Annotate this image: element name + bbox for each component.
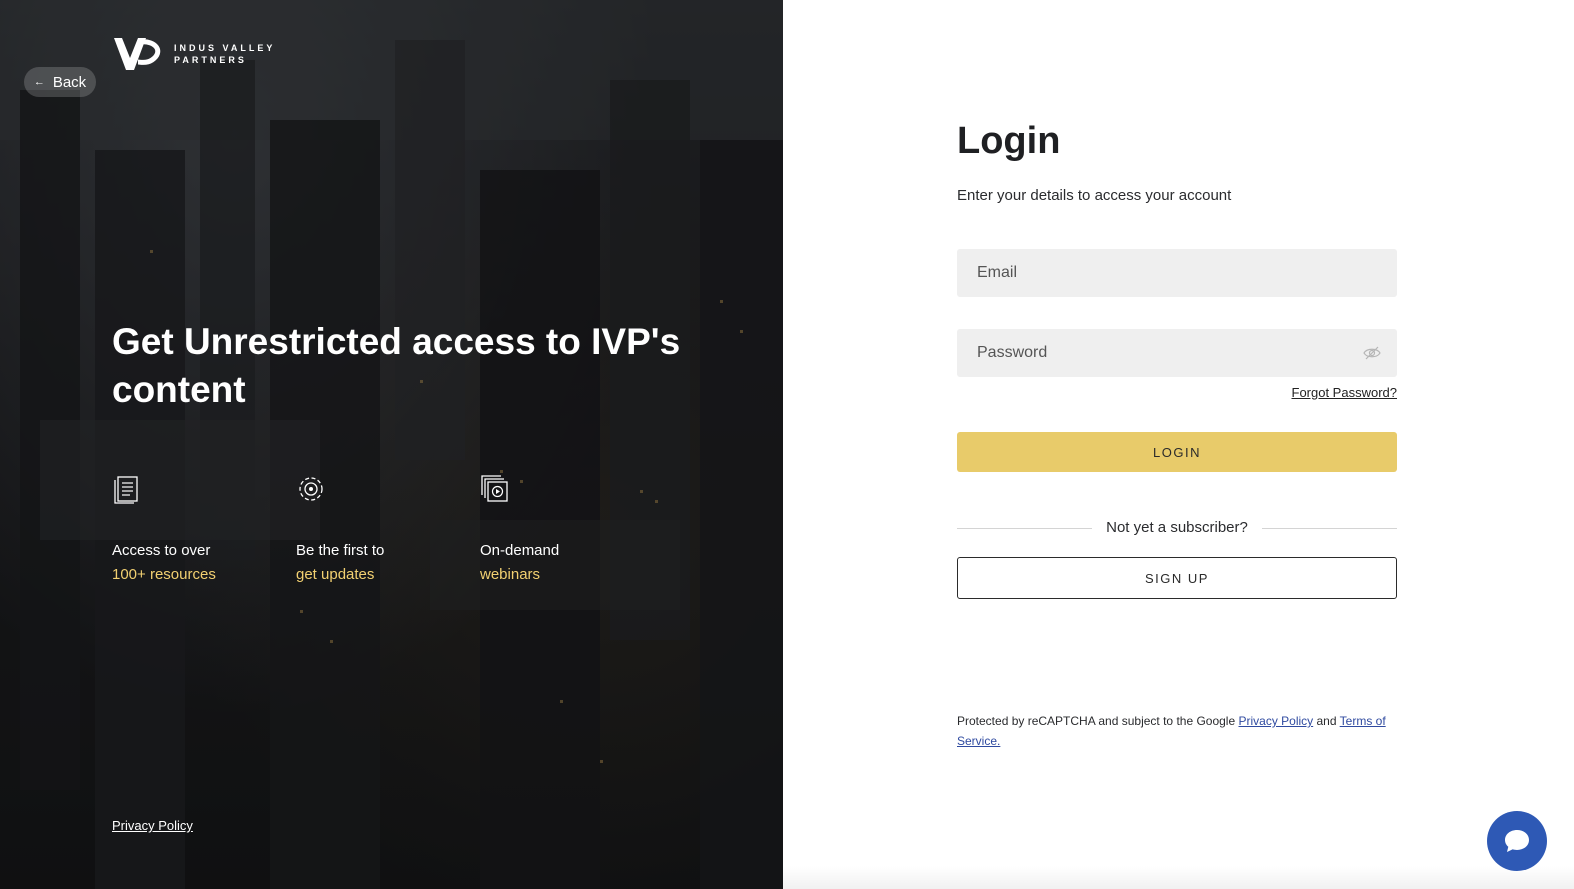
chat-bubble-icon	[1505, 830, 1529, 852]
login-button[interactable]: LOGIN	[957, 432, 1397, 472]
hero-panel: INDUS VALLEY PARTNERS ← Back Get Unrestr…	[0, 0, 783, 889]
google-privacy-link[interactable]: Privacy Policy	[1238, 714, 1313, 728]
video-icon	[481, 475, 508, 502]
login-title: Login	[957, 120, 1061, 162]
arrow-left-icon: ←	[33, 76, 45, 88]
subscriber-divider: Not yet a subscriber?	[957, 518, 1397, 538]
recaptcha-notice: Protected by reCAPTCHA and subject to th…	[957, 711, 1402, 751]
feature-line-2: get updates	[296, 566, 375, 583]
hero-headline: Get Unrestricted access to IVP's content	[112, 321, 681, 410]
feature-line-2: webinars	[480, 566, 541, 583]
brand-line-1: INDUS VALLEY	[174, 43, 276, 53]
divider-line	[1262, 528, 1397, 529]
chat-launcher-button[interactable]	[1487, 811, 1547, 871]
brand-logo[interactable]: INDUS VALLEY PARTNERS	[112, 34, 275, 74]
back-label: Back	[52, 73, 87, 91]
feature-webinars: On-demand webinars	[480, 474, 650, 587]
feature-line-1: Be the first to	[296, 542, 385, 559]
feature-line-1: Access to over	[112, 542, 211, 559]
ivp-logo-icon	[114, 38, 161, 70]
feature-resources: Access to over 100+ resources	[112, 474, 282, 587]
brand-wordmark: INDUS VALLEY PARTNERS	[174, 42, 275, 66]
feature-line-1: On-demand	[480, 542, 560, 559]
email-field[interactable]	[957, 249, 1397, 297]
login-panel: Login Enter your details to access your …	[783, 0, 1574, 889]
forgot-password-link[interactable]: Forgot Password?	[1286, 385, 1398, 400]
password-field[interactable]	[957, 329, 1397, 377]
signup-button[interactable]: SIGN UP	[957, 557, 1397, 599]
recaptcha-text: Protected by reCAPTCHA and subject to th…	[957, 714, 1239, 728]
document-icon	[114, 476, 138, 504]
feature-updates: Be the first to get updates	[296, 474, 466, 587]
brand-line-2: PARTNERS	[174, 55, 247, 65]
login-subtitle: Enter your details to access your accoun…	[957, 187, 1232, 204]
privacy-policy-link[interactable]: Privacy Policy	[112, 818, 193, 833]
image-overlay	[0, 0, 783, 889]
back-button[interactable]: ← Back	[24, 67, 96, 97]
gear-icon	[299, 477, 323, 501]
bottom-fade	[783, 866, 1574, 889]
feature-line-2: 100+ resources	[112, 566, 216, 583]
eye-icon[interactable]	[1363, 344, 1381, 362]
recaptcha-and: and	[1313, 714, 1340, 728]
